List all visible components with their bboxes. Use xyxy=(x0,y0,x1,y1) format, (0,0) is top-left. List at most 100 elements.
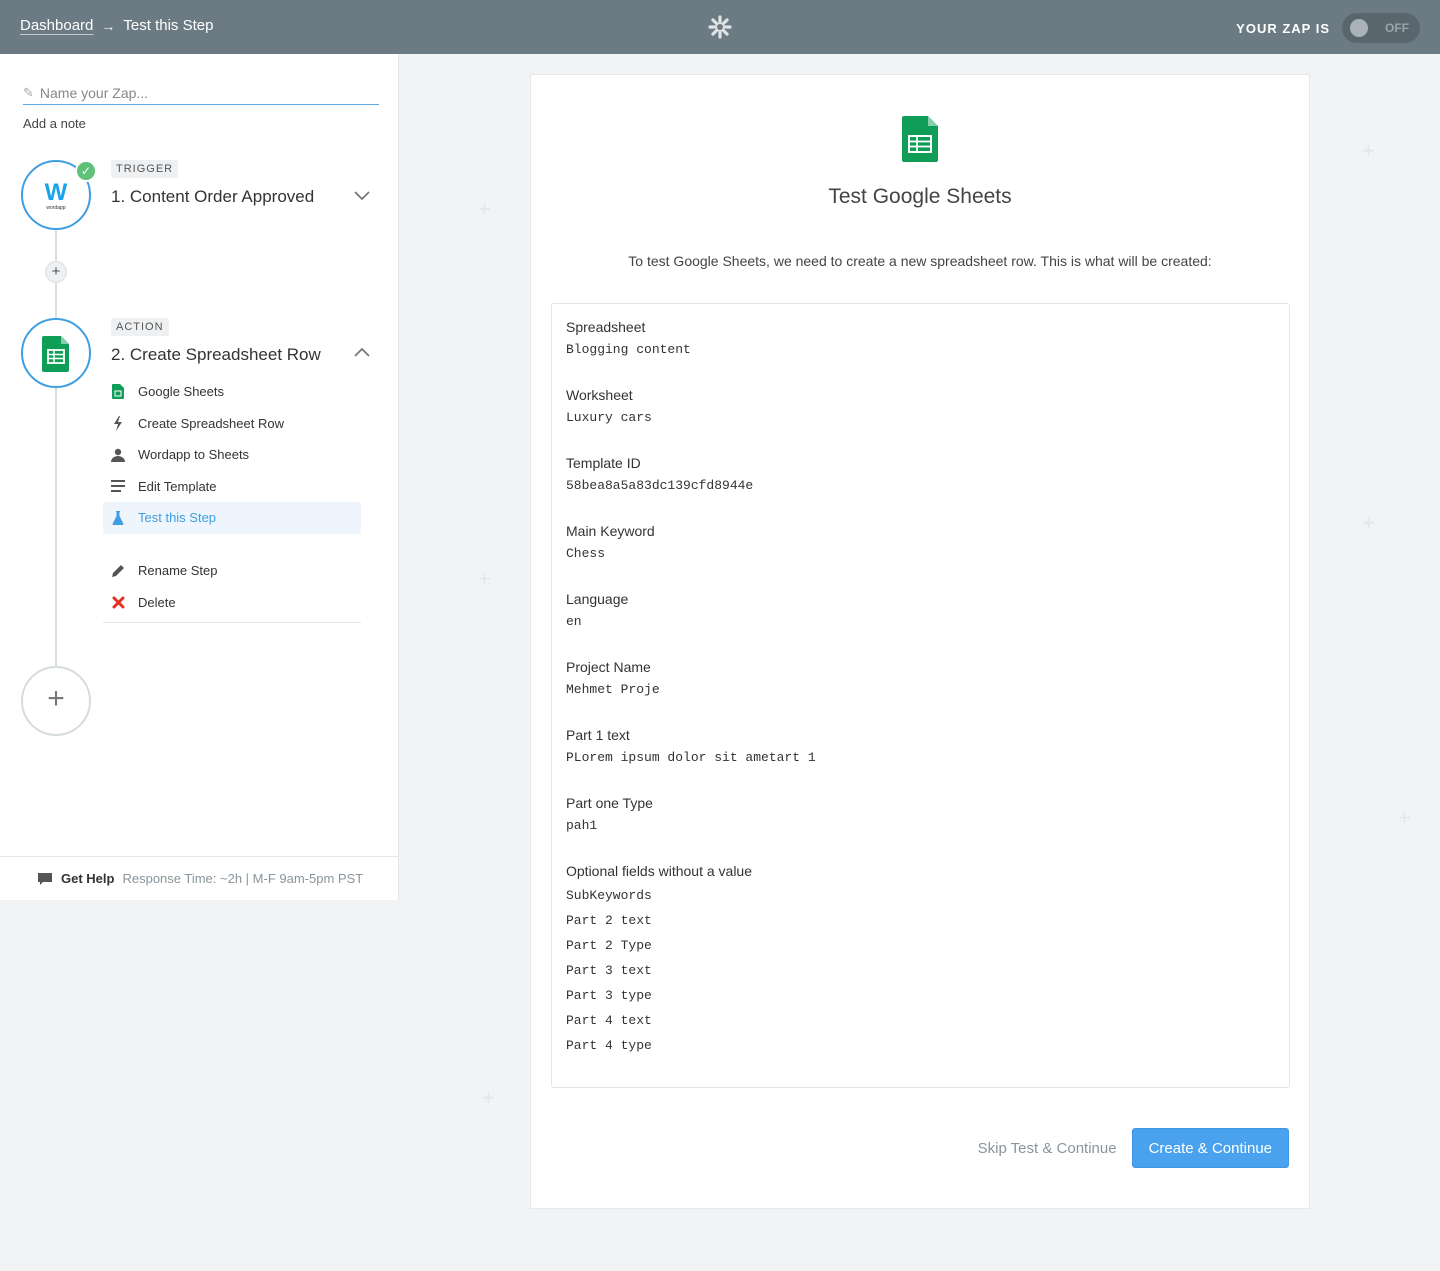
menu-item-account[interactable]: Wordapp to Sheets xyxy=(103,439,361,471)
google-sheets-icon xyxy=(42,336,69,372)
optional-field: Part 4 type xyxy=(566,1038,652,1053)
background-plus-decoration: + xyxy=(478,566,491,591)
field-row: Part one Type pah1 xyxy=(566,792,1275,860)
skip-test-button[interactable]: Skip Test & Continue xyxy=(978,1140,1117,1157)
x-icon xyxy=(110,594,126,610)
help-response-time: Response Time: ~2h | M-F 9am-5pm PST xyxy=(122,871,364,886)
background-plus-decoration: + xyxy=(1362,510,1375,535)
card-title: Test Google Sheets xyxy=(828,185,1012,208)
background-plus-decoration: + xyxy=(1362,138,1375,163)
field-label: Part one Type xyxy=(566,795,653,811)
pencil-icon xyxy=(110,563,126,579)
step-connector-line xyxy=(55,230,57,670)
add-note-link[interactable]: Add a note xyxy=(23,116,86,131)
action-step-icon[interactable] xyxy=(21,318,91,388)
menu-item-delete[interactable]: Delete xyxy=(103,587,361,619)
optional-field: Part 2 text xyxy=(566,913,652,928)
menu-item-rename-step[interactable]: Rename Step xyxy=(103,555,361,587)
menu-item-label: Delete xyxy=(138,594,176,610)
card-actions: Skip Test & Continue Create & Continue xyxy=(978,1128,1289,1168)
editor-sidebar: ✎ Name your Zap... Add a note W wordapp … xyxy=(0,54,399,900)
menu-item-label: Google Sheets xyxy=(138,384,225,400)
svg-text:W: W xyxy=(45,179,68,206)
field-row: Project Name Mehmet Proje xyxy=(566,656,1275,724)
zap-name-placeholder: Name your Zap... xyxy=(39,85,149,101)
background-plus-decoration: + xyxy=(482,1085,495,1110)
toggle-knob xyxy=(1350,19,1368,37)
menu-item-label: Wordapp to Sheets xyxy=(138,447,250,463)
field-label: Spreadsheet xyxy=(566,319,646,335)
fields-preview: Spreadsheet Blogging content Worksheet L… xyxy=(551,303,1290,1088)
zap-name-input[interactable]: ✎ Name your Zap... xyxy=(23,82,379,105)
field-label: Worksheet xyxy=(566,387,633,403)
field-value: 58bea8a5a83dc139cfd8944e xyxy=(566,478,754,493)
field-row: Language en xyxy=(566,588,1275,656)
card-intro: To test Google Sheets, we need to create… xyxy=(628,253,1212,269)
field-value: Mehmet Proje xyxy=(566,682,660,697)
get-help-link[interactable]: Get Help xyxy=(61,871,114,886)
lines-icon xyxy=(110,478,126,494)
field-value: Luxury cars xyxy=(566,410,652,425)
zap-status-label: YOUR ZAP IS xyxy=(1236,20,1330,36)
breadcrumb-current: Test this Step xyxy=(123,17,214,34)
zap-on-off-toggle[interactable]: OFF xyxy=(1342,13,1420,43)
field-label: Part 1 text xyxy=(566,727,630,743)
trigger-step-title[interactable]: 1. Content Order Approved xyxy=(111,187,314,207)
add-step-between-button[interactable]: + xyxy=(45,261,67,283)
field-value: Blogging content xyxy=(566,342,691,357)
field-label: Main Keyword xyxy=(566,523,655,539)
field-value: en xyxy=(566,614,582,629)
action-tag: ACTION xyxy=(111,318,169,336)
svg-text:wordapp: wordapp xyxy=(46,205,65,211)
trigger-tag: TRIGGER xyxy=(111,160,179,178)
optional-field: SubKeywords xyxy=(566,888,652,903)
field-value: PLorem ipsum dolor sit ametart 1 xyxy=(566,750,816,765)
chevron-down-icon[interactable] xyxy=(352,185,372,205)
pencil-icon: ✎ xyxy=(23,85,34,100)
field-label: Language xyxy=(566,591,629,607)
menu-item-label: Edit Template xyxy=(138,478,217,494)
field-row: Spreadsheet Blogging content xyxy=(566,316,1275,384)
step-complete-check-icon: ✓ xyxy=(75,160,97,182)
create-and-continue-button[interactable]: Create & Continue xyxy=(1131,1128,1289,1168)
field-label: Template ID xyxy=(566,455,641,471)
action-step-options: Rename Step Delete xyxy=(103,555,361,623)
chat-icon xyxy=(38,872,52,885)
menu-item-label: Create Spreadsheet Row xyxy=(138,415,284,431)
menu-item-label: Rename Step xyxy=(138,563,218,579)
google-sheets-icon xyxy=(902,116,938,162)
menu-item-edit-template[interactable]: Edit Template xyxy=(103,471,361,503)
test-step-card: Test Google Sheets To test Google Sheets… xyxy=(530,74,1310,1209)
optional-field: Part 4 text xyxy=(566,1013,652,1028)
breadcrumb-dashboard-link[interactable]: Dashboard xyxy=(20,17,93,34)
menu-item-google-sheets[interactable]: Google Sheets xyxy=(103,376,361,408)
google-sheets-icon xyxy=(110,384,126,400)
zap-status: YOUR ZAP IS OFF xyxy=(1236,13,1420,43)
breadcrumb-arrow: → xyxy=(101,17,116,34)
background-plus-decoration: + xyxy=(478,196,491,221)
background-plus-decoration: + xyxy=(1398,805,1411,830)
action-step-title[interactable]: 2. Create Spreadsheet Row xyxy=(111,345,321,365)
menu-item-create-spreadsheet-row[interactable]: Create Spreadsheet Row xyxy=(103,408,361,440)
action-step-menu: Google Sheets Create Spreadsheet Row Wor… xyxy=(103,376,361,534)
help-bar: Get Help Response Time: ~2h | M-F 9am-5p… xyxy=(0,856,399,900)
optional-fields-title: Optional fields without a value xyxy=(566,863,752,879)
zapier-logo-icon[interactable] xyxy=(707,14,733,40)
bolt-icon xyxy=(110,415,126,431)
field-row: Part 1 text PLorem ipsum dolor sit ameta… xyxy=(566,724,1275,792)
top-bar: Dashboard → Test this Step YOUR ZAP IS O… xyxy=(0,0,1440,54)
field-row: Worksheet Luxury cars xyxy=(566,384,1275,452)
toggle-state-text: OFF xyxy=(1385,21,1409,35)
field-value: pah1 xyxy=(566,818,598,833)
breadcrumb: Dashboard → Test this Step xyxy=(20,17,213,34)
field-row: Main Keyword Chess xyxy=(566,520,1275,588)
add-step-button[interactable]: + xyxy=(21,666,91,736)
optional-field: Part 3 text xyxy=(566,963,652,978)
chevron-up-icon[interactable] xyxy=(352,343,372,363)
field-value: Chess xyxy=(566,546,606,561)
menu-item-test-this-step[interactable]: Test this Step xyxy=(103,502,361,534)
flask-icon xyxy=(110,510,126,526)
field-label: Project Name xyxy=(566,659,651,675)
menu-item-label: Test this Step xyxy=(138,510,217,526)
field-row: Template ID 58bea8a5a83dc139cfd8944e xyxy=(566,452,1275,520)
